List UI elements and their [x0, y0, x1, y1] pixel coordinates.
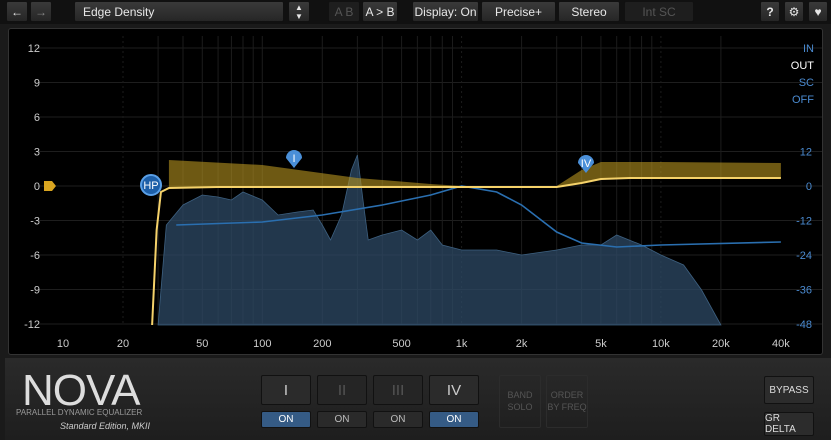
band-3-button[interactable]: III: [373, 375, 423, 405]
freq-axis-tick: 500: [392, 338, 410, 350]
band-1-button[interactable]: I: [261, 375, 311, 405]
freq-axis-tick: 2k: [516, 338, 528, 350]
freq-axis-tick: 1k: [456, 338, 468, 350]
svg-text:IV: IV: [581, 158, 592, 170]
freq-axis-tick: 50: [196, 338, 208, 350]
logo-subtitle: PARALLEL DYNAMIC EQUALIZER: [16, 408, 143, 417]
left-axis-tick: 12: [28, 43, 40, 55]
right-axis-tick: 12: [800, 147, 812, 159]
left-axis-tick: 9: [34, 78, 40, 90]
svg-text:HP: HP: [143, 180, 158, 192]
edition-label: Standard Edition, MKII: [60, 421, 151, 431]
left-axis-tick: 3: [34, 147, 40, 159]
left-axis-tick: -12: [24, 319, 40, 331]
band-2-button[interactable]: II: [317, 375, 367, 405]
mode-off-button[interactable]: OFF: [792, 94, 814, 106]
right-axis-tick: -24: [796, 250, 812, 262]
eq-display[interactable]: 12 9 6 3 0 -3 -6 -9 -12 12 0 -12 -24 -36 -48 10 20 50 100 2…: [0, 0, 831, 358]
mode-sc-button[interactable]: SC: [799, 77, 814, 89]
mode-in-button[interactable]: IN: [803, 43, 814, 55]
freq-axis-tick: 5k: [595, 338, 607, 350]
right-axis-tick: -36: [796, 285, 812, 297]
freq-axis-tick: 40k: [772, 338, 790, 350]
order-by-freq-button[interactable]: ORDER BY FREQ: [546, 375, 588, 428]
right-axis-tick: -48: [796, 319, 812, 331]
left-axis-tick: -3: [30, 216, 40, 228]
band-1-on-toggle[interactable]: ON: [261, 411, 311, 428]
freq-axis-tick: 10: [57, 338, 69, 350]
left-axis-tick: -6: [30, 250, 40, 262]
dynamic-gain-area: [168, 160, 781, 188]
svg-text:I: I: [292, 153, 295, 165]
left-axis-tick: 0: [34, 181, 40, 193]
hp-node[interactable]: HP: [140, 174, 162, 196]
freq-axis-tick: 100: [253, 338, 271, 350]
band-solo-button[interactable]: BAND SOLO: [499, 375, 541, 428]
mode-out-button[interactable]: OUT: [791, 60, 815, 72]
left-axis-tick: 6: [34, 112, 40, 124]
bypass-button[interactable]: BYPASS: [764, 376, 814, 404]
band-3-on-toggle[interactable]: ON: [373, 411, 423, 428]
freq-axis-tick: 200: [313, 338, 331, 350]
right-axis-tick: -12: [796, 216, 812, 228]
band-4-on-toggle[interactable]: ON: [429, 411, 479, 428]
freq-axis-tick: 20k: [712, 338, 730, 350]
band-2-on-toggle[interactable]: ON: [317, 411, 367, 428]
right-axis-tick: 0: [806, 181, 812, 193]
output-gain-handle[interactable]: [44, 181, 56, 191]
gr-delta-button[interactable]: GR DELTA: [764, 412, 814, 436]
band-4-button[interactable]: IV: [429, 375, 479, 405]
left-axis-tick: -9: [30, 285, 40, 297]
band-1-node[interactable]: I: [286, 150, 302, 168]
freq-axis-tick: 10k: [652, 338, 670, 350]
freq-axis-tick: 20: [117, 338, 129, 350]
